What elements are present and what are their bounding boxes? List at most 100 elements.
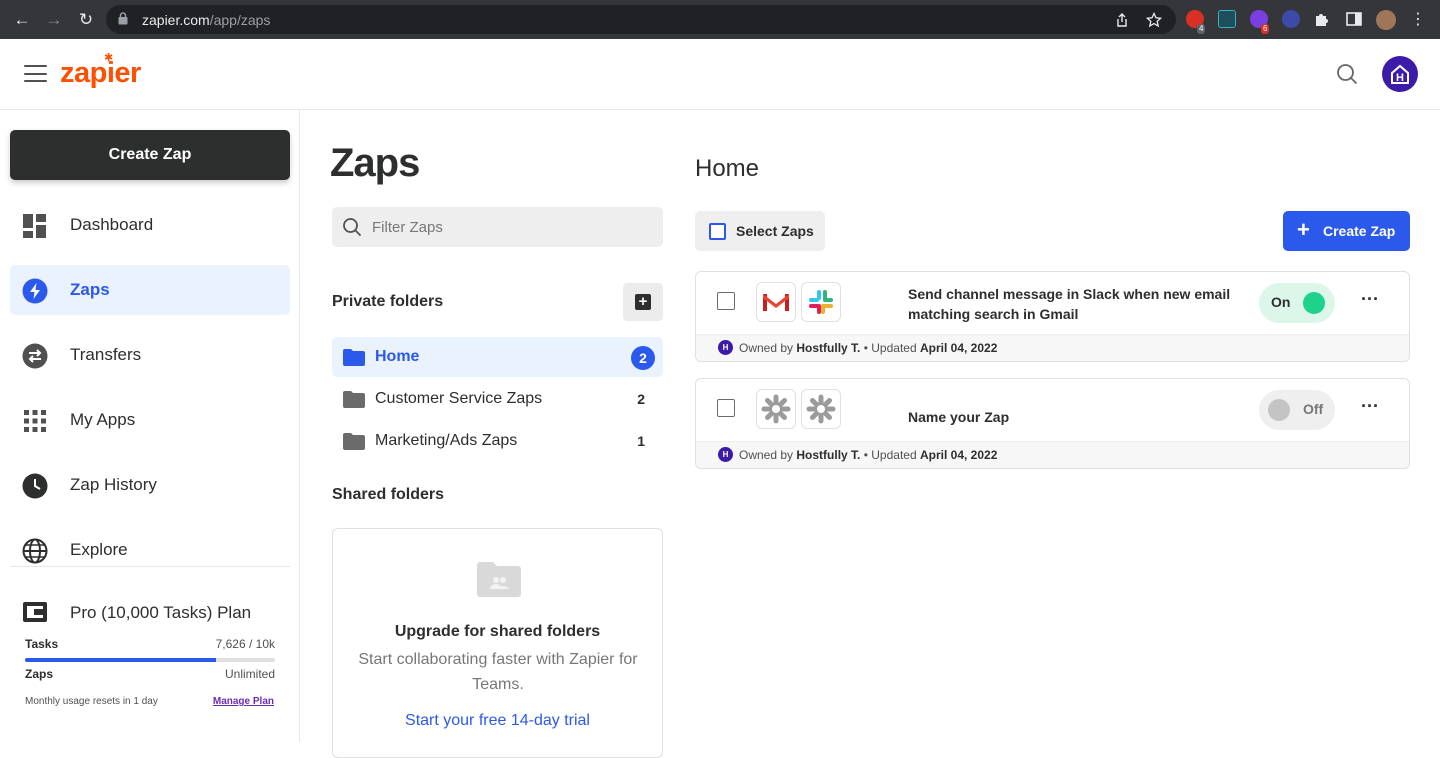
profile-avatar[interactable]	[1376, 10, 1396, 30]
gmail-app-tile	[756, 282, 796, 322]
tasks-value: 7,626 / 10k	[215, 637, 275, 651]
add-folder-button[interactable]: +	[623, 283, 663, 321]
zap-meta: Owned by Hostfully T. • Updated April 04…	[739, 448, 998, 462]
zap-meta-footer: H Owned by Hostfully T. • Updated April …	[696, 334, 1409, 361]
search-icon[interactable]	[1336, 63, 1358, 85]
sidebar-item-zaps[interactable]: Zaps	[10, 265, 290, 315]
folder-name: Customer Service Zaps	[375, 390, 543, 407]
globe-icon	[22, 538, 48, 564]
slack-app-tile	[801, 282, 841, 322]
upgrade-title: Upgrade for shared folders	[394, 623, 601, 640]
bookmark-star-icon[interactable]	[1146, 12, 1162, 28]
reload-icon[interactable]: ↻	[76, 10, 96, 30]
sidebar-item-transfers[interactable]: Transfers	[10, 330, 290, 380]
select-zaps-button[interactable]: Select Zaps	[695, 211, 825, 251]
upgrade-description: Start collaborating faster with Zapier f…	[358, 651, 638, 693]
toggle-label: Off	[1303, 401, 1324, 417]
toggle-knob	[1268, 399, 1290, 421]
folder-count: 2	[637, 391, 645, 407]
back-icon[interactable]: ←	[12, 10, 32, 30]
toggle-knob	[1303, 292, 1325, 314]
side-panel-icon[interactable]	[1345, 10, 1363, 28]
folder-count: 1	[637, 433, 645, 449]
create-zap-label: Create Zap	[1323, 223, 1396, 239]
shared-folder-icon	[477, 562, 521, 597]
owned-by-label: Owned by	[739, 341, 794, 355]
tasks-progress-fill	[25, 658, 216, 662]
upgrade-shared-folders-card: Upgrade for shared folders Start collabo…	[332, 528, 663, 758]
zap-meta: Owned by Hostfully T. • Updated April 04…	[739, 341, 998, 355]
more-options-icon[interactable]: ···	[1358, 290, 1382, 312]
browser-menu-icon[interactable]: ⋮	[1408, 10, 1428, 30]
folder-title: Home	[695, 155, 760, 182]
extension-blue-icon[interactable]	[1282, 10, 1300, 28]
hamburger-menu-icon[interactable]	[24, 65, 47, 82]
owned-by-label: Owned by	[739, 448, 794, 462]
filter-zaps-input[interactable]: Filter Zaps	[332, 207, 663, 247]
folder-count-badge: 2	[631, 346, 655, 370]
updated-label: Updated	[871, 448, 917, 462]
usage-reset-note: Monthly usage resets in 1 day	[25, 696, 158, 707]
puzzle-icon[interactable]	[1313, 10, 1331, 28]
zap-name[interactable]: Name your Zap	[908, 407, 1238, 427]
sidebar-item-label: Zaps	[70, 280, 110, 299]
updated-label: Updated	[871, 341, 917, 355]
owner-name: Hostfully T.	[796, 341, 861, 355]
free-trial-link[interactable]: Start your free 14-day trial	[333, 712, 662, 730]
clock-icon	[22, 473, 48, 499]
folder-icon	[343, 349, 365, 366]
share-icon[interactable]	[1114, 12, 1130, 28]
zapier-logo[interactable]: zapier	[60, 57, 141, 90]
zap-row[interactable]: Name your Zap Off ··· H Owned by Hostful…	[695, 378, 1410, 469]
toggle-label: On	[1271, 294, 1291, 310]
search-icon	[343, 218, 362, 237]
zap-name[interactable]: Send channel message in Slack when new e…	[908, 284, 1238, 324]
sidebar-item-label: My Apps	[70, 410, 136, 429]
zap-checkbox[interactable]	[717, 292, 735, 310]
user-avatar[interactable]: H	[1382, 56, 1418, 92]
folder-item-home[interactable]: Home 2	[332, 337, 663, 377]
zap-status-toggle[interactable]: Off	[1259, 390, 1335, 430]
tasks-label: Tasks	[25, 637, 59, 651]
folder-item-customer-service[interactable]: Customer Service Zaps 2	[332, 379, 663, 419]
dashboard-icon	[23, 214, 46, 238]
home-logo-icon: H	[1391, 64, 1409, 84]
zap-row[interactable]: Send channel message in Slack when new e…	[695, 271, 1410, 362]
shared-folders-heading: Shared folders	[332, 486, 445, 503]
browser-toolbar: ← → ↻ zapier.com/app/zaps 4 6 ⋮	[0, 0, 1440, 39]
select-zaps-label: Select Zaps	[736, 223, 814, 239]
manage-plan-link[interactable]: Manage Plan	[213, 696, 274, 707]
sidebar-item-explore[interactable]: Explore	[10, 525, 290, 575]
url-text: zapier.com/app/zaps	[142, 12, 270, 28]
sidebar-divider	[10, 566, 290, 567]
sidebar: Create Zap Dashboard Zaps Transfers My A…	[0, 110, 300, 742]
create-zap-button[interactable]: Create Zap	[10, 130, 290, 180]
private-folders-heading: Private folders	[332, 293, 444, 310]
folder-item-marketing[interactable]: Marketing/Ads Zaps 1	[332, 421, 663, 461]
more-options-icon[interactable]: ···	[1358, 397, 1382, 419]
sidebar-item-dashboard[interactable]: Dashboard	[10, 200, 290, 250]
sidebar-item-my-apps[interactable]: My Apps	[10, 395, 290, 445]
page-title: Zaps	[330, 141, 420, 185]
folder-icon	[343, 433, 365, 450]
select-all-checkbox[interactable]	[709, 223, 726, 240]
extension-n-icon[interactable]	[1218, 10, 1236, 28]
create-zap-primary-button[interactable]: + Create Zap	[1283, 211, 1410, 251]
url-path: /app/zaps	[209, 12, 271, 28]
address-bar[interactable]: zapier.com/app/zaps	[106, 5, 1176, 34]
sidebar-item-label: Zap History	[70, 475, 157, 494]
transfers-icon	[22, 343, 48, 369]
owner-avatar: H	[718, 340, 733, 355]
zap-checkbox[interactable]	[717, 399, 735, 417]
plus-icon: +	[1297, 217, 1310, 242]
lightning-icon	[22, 278, 48, 304]
zap-status-toggle[interactable]: On	[1259, 283, 1335, 323]
lock-icon	[118, 12, 128, 25]
sidebar-item-zap-history[interactable]: Zap History	[10, 460, 290, 510]
placeholder-app-tile	[756, 389, 796, 429]
owner-avatar: H	[718, 447, 733, 462]
extension-badge: 4	[1197, 24, 1206, 34]
forward-icon[interactable]: →	[44, 10, 64, 30]
sidebar-item-label: Explore	[70, 540, 128, 559]
logo-asterisk-icon: ✱	[104, 52, 114, 64]
